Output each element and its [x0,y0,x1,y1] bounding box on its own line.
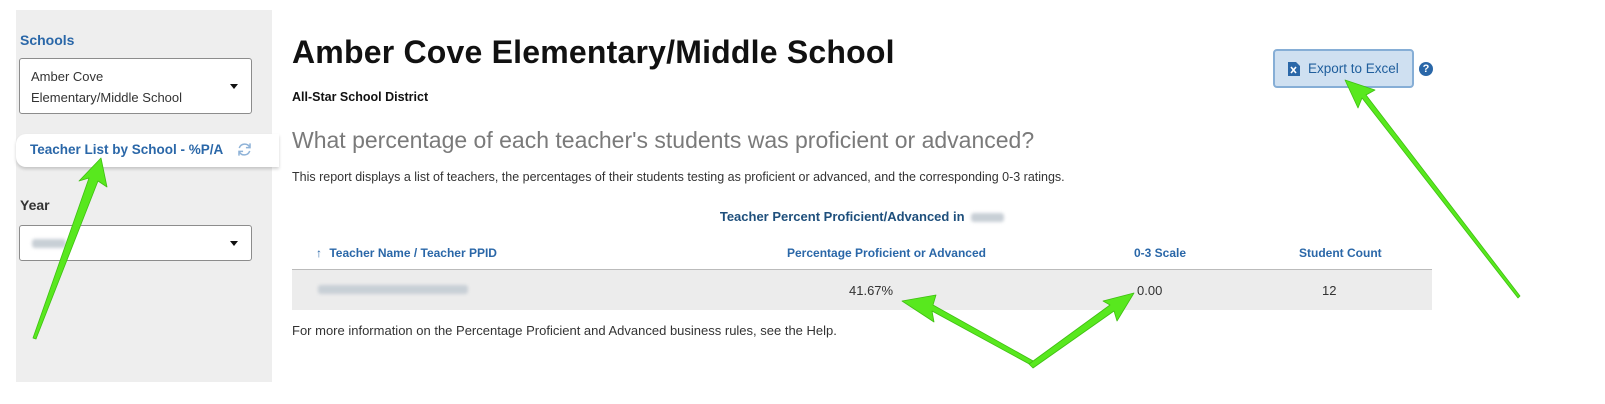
export-button-label: Export to Excel [1308,61,1399,76]
help-footer-note: For more information on the Percentage P… [292,323,837,338]
percent-cell: 41.67% [849,283,894,298]
refresh-icon[interactable] [235,140,254,159]
report-description: This report displays a list of teachers,… [292,170,1065,184]
page-title: Amber Cove Elementary/Middle School [292,34,895,70]
student-count-cell: 12 [1322,283,1337,298]
caption-year-redacted [971,213,1005,223]
column-header-teacher-name[interactable]: ↑ Teacher Name / Teacher PPID [316,246,497,260]
annotation-arrow-export [1344,79,1521,299]
sidebar-item-teacher-list[interactable]: Teacher List by School - %P/A [16,134,279,167]
sort-ascending-icon: ↑ [316,246,322,260]
table-caption-text: Teacher Percent Proficient/Advanced in [719,209,965,224]
export-to-excel-button[interactable]: Export to Excel [1273,49,1414,88]
school-select-value-line1: Amber Cove [31,69,104,84]
chevron-down-icon [230,241,238,246]
column-header-student-count[interactable]: Student Count [1299,246,1382,260]
column-header-percentage[interactable]: Percentage Proficient or Advanced [787,246,986,260]
teacher-name-redacted [318,285,468,294]
excel-file-icon [1288,62,1300,76]
chevron-down-icon [230,84,238,89]
year-label: Year [20,197,50,213]
scale-cell: 0.00 [1137,283,1163,298]
year-select-value-redacted [32,239,66,248]
sidebar: Schools Amber Cove Elementary/Middle Sch… [16,10,279,382]
year-select[interactable] [19,225,252,261]
column-header-scale[interactable]: 0-3 Scale [1134,246,1186,260]
sidebar-item-label: Teacher List by School - %P/A [30,142,224,157]
help-icon[interactable]: ? [1419,62,1433,76]
column-header-label: Teacher Name / Teacher PPID [329,246,497,260]
school-select[interactable]: Amber Cove Elementary/Middle School [19,58,252,114]
district-name: All-Star School District [292,90,429,104]
schools-label: Schools [20,32,75,48]
table-caption: Teacher Percent Proficient/Advanced in [292,209,1432,224]
school-select-value-line2: Elementary/Middle School [31,90,183,105]
report-question: What percentage of each teacher's studen… [292,127,1035,153]
table-row[interactable]: 41.67% 0.00 12 [292,270,1432,310]
